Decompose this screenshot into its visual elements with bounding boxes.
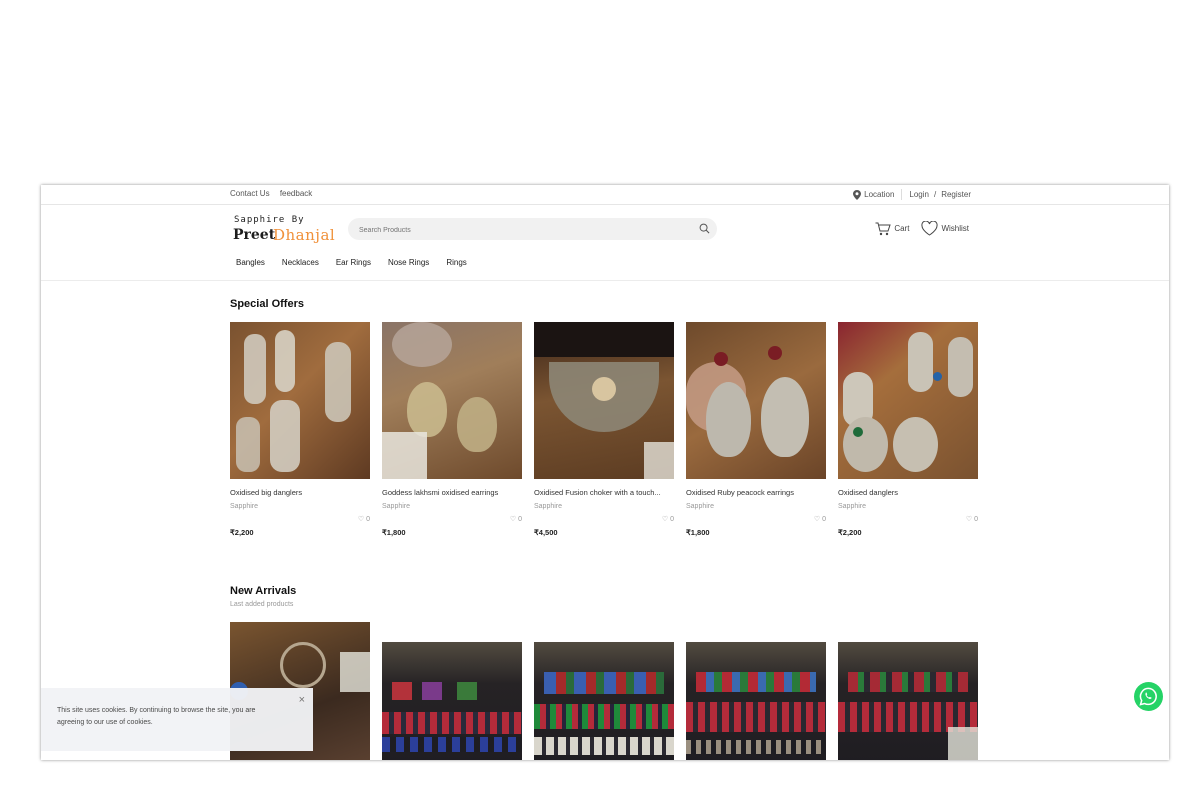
product-name[interactable]: Oxidised Fusion choker with a touch... — [534, 488, 674, 497]
whatsapp-icon — [1139, 687, 1157, 706]
search-input[interactable] — [357, 221, 681, 239]
location-link[interactable]: Location — [864, 190, 894, 199]
product-image[interactable] — [230, 322, 370, 479]
cart-icon — [875, 222, 892, 235]
logo-line-3: Dhanjal — [273, 226, 336, 244]
cookie-text: This site uses cookies. By continuing to… — [57, 707, 256, 726]
heart-icon: ♡ — [813, 516, 821, 523]
cookie-banner: This site uses cookies. By continuing to… — [41, 688, 313, 751]
location-pin-icon — [853, 189, 862, 200]
browser-page: Contact Us feedback Location Login / Reg… — [41, 185, 1169, 760]
logo-line-1: Sapphire By — [234, 215, 305, 225]
new-arrivals-title: New Arrivals — [230, 585, 297, 597]
login-register-separator: / — [933, 190, 937, 199]
search-icon[interactable] — [699, 223, 710, 234]
nav-item-ear-rings[interactable]: Ear Rings — [336, 258, 371, 267]
like-count-value: 0 — [822, 516, 826, 523]
like-count[interactable]: ♡ 0 — [838, 515, 978, 523]
nav-item-bangles[interactable]: Bangles — [236, 258, 265, 267]
product-brand: Sapphire — [838, 503, 867, 510]
product-image[interactable] — [382, 322, 522, 479]
like-count[interactable]: ♡ 0 — [686, 515, 826, 523]
product-brand: Sapphire — [382, 503, 411, 510]
new-arrivals-subtitle: Last added products — [230, 601, 294, 608]
divider — [901, 189, 903, 200]
product-price: ₹2,200 — [838, 528, 862, 537]
contact-us-link[interactable]: Contact Us — [230, 189, 270, 198]
site-logo[interactable]: Sapphire By Preet Dhanjal — [233, 215, 335, 245]
heart-icon — [921, 221, 938, 236]
product-image[interactable] — [838, 642, 978, 760]
like-count-value: 0 — [366, 516, 370, 523]
wishlist-label: Wishlist — [941, 224, 969, 233]
whatsapp-button[interactable] — [1134, 682, 1163, 711]
product-card[interactable]: Goddess lakhsmi oxidised earrings Sapphi… — [382, 322, 522, 537]
product-price: ₹1,800 — [382, 528, 406, 537]
like-count[interactable]: ♡ 0 — [382, 515, 522, 523]
cookie-close-button[interactable]: × — [299, 694, 305, 706]
category-nav: Bangles Necklaces Ear Rings Nose Rings R… — [230, 258, 478, 267]
header: Sapphire By Preet Dhanjal Cart Wishlist — [41, 205, 1169, 261]
heart-icon: ♡ — [965, 516, 973, 523]
product-card[interactable]: Oxidised big danglers Sapphire ♡ 0 ₹2,20… — [230, 322, 370, 537]
like-count-value: 0 — [670, 516, 674, 523]
product-image[interactable] — [534, 322, 674, 479]
product-brand: Sapphire — [534, 503, 563, 510]
product-card[interactable]: Oxidised Fusion choker with a touch... S… — [534, 322, 674, 537]
heart-icon: ♡ — [509, 516, 517, 523]
logo-line-2: Preet — [233, 227, 276, 243]
cart-button[interactable]: Cart — [875, 222, 909, 236]
nav-item-necklaces[interactable]: Necklaces — [282, 258, 319, 267]
product-image[interactable] — [686, 322, 826, 479]
product-name[interactable]: Oxidised Ruby peacock earrings — [686, 488, 826, 497]
heart-icon: ♡ — [357, 516, 365, 523]
product-name[interactable]: Goddess lakhsmi oxidised earrings — [382, 488, 522, 497]
feedback-link[interactable]: feedback — [280, 189, 312, 198]
product-brand: Sapphire — [686, 503, 715, 510]
product-name[interactable]: Oxidised big danglers — [230, 488, 370, 497]
top-bar: Contact Us feedback Location Login / Reg… — [41, 185, 1169, 205]
like-count-value: 0 — [518, 516, 522, 523]
product-image[interactable] — [686, 642, 826, 760]
like-count[interactable]: ♡ 0 — [534, 515, 674, 523]
product-card[interactable]: Oxidised Ruby peacock earrings Sapphire … — [686, 322, 826, 537]
wishlist-button[interactable]: Wishlist — [921, 221, 969, 236]
product-name[interactable]: Oxidised danglers — [838, 488, 978, 497]
nav-item-rings[interactable]: Rings — [446, 258, 466, 267]
product-image[interactable] — [382, 642, 522, 760]
product-price: ₹2,200 — [230, 528, 254, 537]
special-offers-title: Special Offers — [230, 298, 304, 310]
search-bar — [348, 218, 717, 240]
login-link[interactable]: Login — [909, 190, 929, 199]
header-actions: Cart Wishlist — [863, 221, 969, 236]
heart-icon: ♡ — [661, 516, 669, 523]
product-price: ₹4,500 — [534, 528, 558, 537]
register-link[interactable]: Register — [941, 190, 971, 199]
product-image[interactable] — [534, 642, 674, 760]
product-price: ₹1,800 — [686, 528, 710, 537]
product-brand: Sapphire — [230, 503, 259, 510]
nav-divider — [41, 280, 1169, 281]
cart-label: Cart — [894, 224, 910, 233]
product-card[interactable]: Oxidised danglers Sapphire ♡ 0 ₹2,200 — [838, 322, 978, 537]
product-image[interactable] — [838, 322, 978, 479]
like-count-value: 0 — [974, 516, 978, 523]
like-count[interactable]: ♡ 0 — [230, 515, 370, 523]
nav-item-nose-rings[interactable]: Nose Rings — [388, 258, 429, 267]
